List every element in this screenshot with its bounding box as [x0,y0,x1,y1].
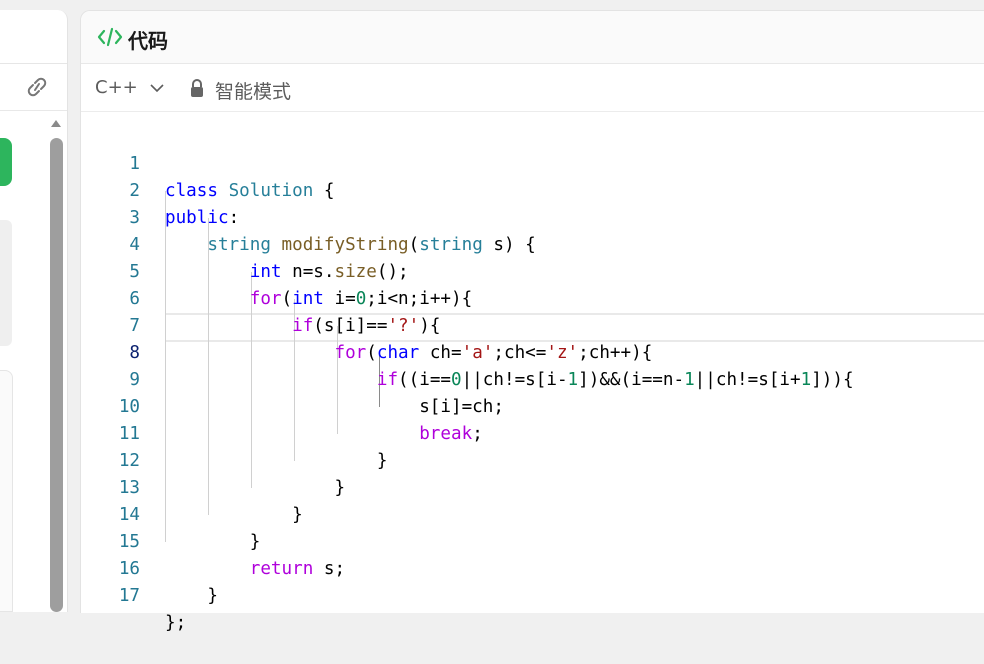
line-number: 17 [118,586,140,606]
code-line: 11 } [81,394,984,471]
divider [0,110,67,111]
code-icon [97,26,123,48]
code-line: 4 int n=s.size(); [81,205,984,282]
code-editor-panel: 代码 C++ 智能模式 1 class Solution {2 public:… [80,10,984,633]
code-line: 9 s[i]=ch; [81,340,984,417]
code-line: 10 break; [81,367,984,444]
code-line: 16 } [81,529,984,606]
side-card [0,220,12,346]
code-line: 3 string modifyString(string s) { [81,178,984,255]
lock-icon [189,78,205,98]
link-icon[interactable] [24,76,50,98]
code-line: 15 return s; [81,502,984,579]
code-line: 14 } [81,475,984,552]
code-line: 5 for(int i=0;i<n;i++){ [81,232,984,309]
panel-title: 代码 [128,31,168,53]
smart-mode-label[interactable]: 智能模式 [215,77,291,104]
chevron-down-icon [150,83,164,92]
code-line: 1 class Solution { [81,124,984,201]
green-action-button[interactable] [0,138,12,186]
code-area[interactable]: 1 class Solution { 2 public: 3 string mo… [81,112,984,633]
code-text: }; [165,613,187,633]
code-line: 12 } [81,421,984,498]
language-select[interactable]: C++ [95,77,164,98]
left-panel-header [0,10,67,64]
side-card [0,370,13,612]
code-line: 2 public: [81,151,984,228]
code-line: 6 if(s[i]=='?'){ [81,259,984,336]
code-text: } [165,586,218,606]
code-line-current: 8 if((i==0||ch!=s[i-1])&&(i==n-1||ch!=s[… [81,313,984,390]
editor-toolbar: C++ 智能模式 [81,64,984,112]
code-line: 7 for(char ch='a';ch<='z';ch++){ [81,286,984,363]
language-label: C++ [95,77,138,98]
scroll-up-arrow[interactable] [51,120,61,127]
code-line: 17 }; [81,556,984,633]
code-line: 13 } [81,448,984,525]
left-panel [0,10,68,612]
scrollbar[interactable] [50,138,63,612]
panel-header: 代码 [81,11,984,64]
